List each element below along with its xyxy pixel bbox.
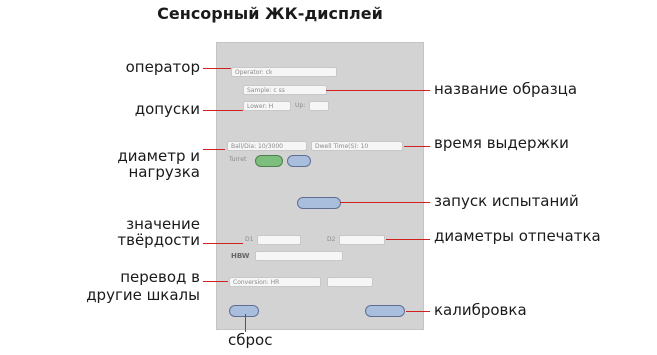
- label-operator: оператор: [125, 58, 200, 76]
- turret-blue-button[interactable]: [287, 155, 311, 167]
- leader-tolerances: [203, 110, 243, 111]
- hbw-label: HBW: [231, 252, 250, 260]
- label-sample-name: название образца: [434, 80, 578, 98]
- start-test-button[interactable]: [297, 197, 341, 209]
- label-reset: сброс: [228, 331, 273, 349]
- leader-conversion: [203, 281, 228, 282]
- leader-dwell-time: [404, 146, 430, 147]
- label-dwell-time: время выдержки: [434, 134, 569, 152]
- hardness-value-field: [255, 251, 343, 261]
- leader-reset: [245, 314, 246, 332]
- label-tolerances: допуски: [134, 100, 200, 118]
- upper-tolerance-label: Up:: [295, 102, 306, 109]
- label-test-start: запуск испытаний: [434, 192, 579, 210]
- diagram-title: Сенсорный ЖК-дисплей: [157, 4, 383, 23]
- d1-label: D1: [245, 236, 254, 243]
- leader-hardness: [203, 243, 243, 244]
- label-conversion-2: другие шкалы: [86, 286, 200, 304]
- sample-name-field[interactable]: Sample: c ss: [243, 85, 327, 95]
- label-hardness-2: твёрдости: [117, 231, 200, 249]
- leader-sample-name: [326, 90, 430, 91]
- operator-field[interactable]: Operator: ck: [231, 67, 337, 77]
- conversion-field[interactable]: Conversion: HR: [229, 277, 321, 287]
- upper-tolerance-field[interactable]: [309, 101, 329, 111]
- lower-tolerance-field[interactable]: Lower: H: [243, 101, 291, 111]
- label-diameter-load-2: нагрузка: [128, 163, 200, 181]
- calibration-button[interactable]: [365, 305, 405, 317]
- leader-calibration: [406, 311, 430, 312]
- leader-test-start: [340, 202, 430, 203]
- label-calibration: калибровка: [434, 301, 527, 319]
- label-conversion-1: перевод в: [120, 268, 200, 286]
- turret-green-button[interactable]: [255, 155, 283, 167]
- d2-field[interactable]: [339, 235, 385, 245]
- ball-load-field[interactable]: Ball/Dia: 10/3000: [227, 141, 307, 151]
- leader-indent-diameters: [386, 239, 430, 240]
- leader-diameter-load: [203, 149, 225, 150]
- turret-label: Turret: [229, 156, 247, 163]
- label-indent-diameters: диаметры отпечатка: [434, 227, 601, 245]
- d1-field[interactable]: [257, 235, 301, 245]
- d2-label: D2: [327, 236, 336, 243]
- leader-operator: [203, 68, 231, 69]
- dwell-time-field[interactable]: Dwell Time(S): 10: [311, 141, 403, 151]
- lcd-screen: Operator: ck Sample: c ss Lower: H Up: B…: [216, 42, 424, 330]
- conversion-value-field: [327, 277, 373, 287]
- reset-button[interactable]: [229, 305, 259, 317]
